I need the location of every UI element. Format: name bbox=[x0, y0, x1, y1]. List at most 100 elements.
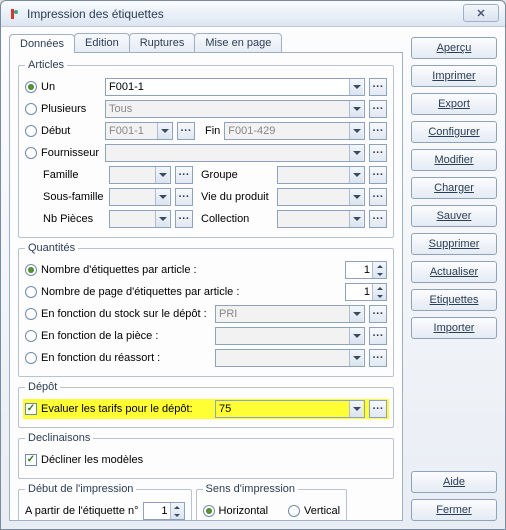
combo-fin[interactable]: F001-429 bbox=[224, 122, 365, 140]
imprimer-button[interactable]: Imprimer bbox=[411, 65, 497, 87]
window-title: Impression des étiquettes bbox=[27, 7, 164, 21]
label-stock: En fonction du stock sur le dépôt : bbox=[41, 308, 211, 320]
combo-piece[interactable] bbox=[215, 327, 365, 345]
lookup-groupe-button[interactable]: ··· bbox=[369, 166, 387, 184]
combo-plusieurs[interactable]: Tous bbox=[105, 100, 365, 118]
etiquettes-button[interactable]: Etiquettes bbox=[411, 289, 497, 311]
label-plusieurs: Plusieurs bbox=[41, 103, 101, 115]
spin-nb-page[interactable]: 1 bbox=[345, 283, 387, 301]
lookup-piece-button[interactable]: ··· bbox=[369, 327, 387, 345]
lookup-fournisseur-button[interactable]: ··· bbox=[369, 144, 387, 162]
chevron-down-icon[interactable] bbox=[155, 167, 169, 183]
label-nb-etiq: Nombre d'étiquettes par article : bbox=[41, 264, 341, 276]
importer-button[interactable]: Importer bbox=[411, 317, 497, 339]
combo-un[interactable]: F001-1 bbox=[105, 78, 365, 96]
radio-piece[interactable] bbox=[25, 330, 37, 342]
label-eval-tarifs: Evaluer les tarifs pour le dépôt: bbox=[41, 403, 211, 415]
label-collection: Collection bbox=[201, 213, 273, 225]
chevron-down-icon[interactable] bbox=[349, 79, 363, 95]
lookup-plusieurs-button[interactable]: ··· bbox=[369, 100, 387, 118]
lookup-debut-button[interactable]: ··· bbox=[177, 122, 195, 140]
chevron-down-icon[interactable] bbox=[157, 123, 171, 139]
titlebar: Impression des étiquettes ✕ bbox=[1, 1, 505, 27]
tab-mise-en-page[interactable]: Mise en page bbox=[194, 33, 282, 52]
check-eval-tarifs[interactable] bbox=[25, 403, 37, 415]
export-button[interactable]: Export bbox=[411, 93, 497, 115]
tab-donnees[interactable]: Données bbox=[9, 34, 75, 53]
combo-debut[interactable]: F001-1 bbox=[105, 122, 173, 140]
lookup-nbpieces-button[interactable]: ··· bbox=[175, 210, 193, 228]
combo-reassort[interactable] bbox=[215, 349, 365, 367]
combo-fournisseur[interactable] bbox=[105, 144, 365, 162]
label-vertical: Vertical bbox=[304, 505, 340, 517]
radio-horizontal[interactable] bbox=[203, 505, 215, 517]
radio-nb-page[interactable] bbox=[25, 286, 37, 298]
chevron-down-icon[interactable] bbox=[349, 211, 363, 227]
check-decliner[interactable] bbox=[25, 454, 37, 466]
supprimer-button[interactable]: Supprimer bbox=[411, 233, 497, 255]
lookup-vie-button[interactable]: ··· bbox=[369, 188, 387, 206]
lookup-stock-depot-button[interactable]: ··· bbox=[369, 305, 387, 323]
combo-collection[interactable] bbox=[277, 210, 365, 228]
label-decliner: Décliner les modèles bbox=[41, 454, 143, 466]
combo-eval-depot[interactable]: 75 bbox=[215, 400, 365, 418]
aide-button[interactable]: Aide bbox=[411, 471, 497, 493]
chevron-down-icon[interactable] bbox=[155, 211, 169, 227]
configurer-button[interactable]: Configurer bbox=[411, 121, 497, 143]
combo-nbpieces[interactable] bbox=[109, 210, 171, 228]
radio-un[interactable] bbox=[25, 81, 37, 93]
combo-groupe[interactable] bbox=[277, 166, 365, 184]
apercu-button[interactable]: Aperçu bbox=[411, 37, 497, 59]
legend-articles: Articles bbox=[25, 59, 67, 71]
lookup-famille-button[interactable]: ··· bbox=[175, 166, 193, 184]
lookup-fin-button[interactable]: ··· bbox=[369, 122, 387, 140]
lookup-eval-depot-button[interactable]: ··· bbox=[369, 400, 387, 418]
radio-fournisseur[interactable] bbox=[25, 147, 37, 159]
lookup-reassort-button[interactable]: ··· bbox=[369, 349, 387, 367]
lookup-collection-button[interactable]: ··· bbox=[369, 210, 387, 228]
chevron-down-icon[interactable] bbox=[349, 123, 363, 139]
chevron-down-icon[interactable] bbox=[349, 350, 363, 366]
chevron-down-icon[interactable] bbox=[349, 328, 363, 344]
window-close-button[interactable]: ✕ bbox=[463, 4, 499, 22]
radio-nb-etiq[interactable] bbox=[25, 264, 37, 276]
radio-vertical[interactable] bbox=[288, 505, 300, 517]
label-apartir: A partir de l'étiquette n° bbox=[25, 505, 139, 517]
radio-debut[interactable] bbox=[25, 125, 37, 137]
lookup-sousfamille-button[interactable]: ··· bbox=[175, 188, 193, 206]
group-depot: Dépôt Evaluer les tarifs pour le dépôt: … bbox=[18, 381, 394, 428]
radio-stock[interactable] bbox=[25, 308, 37, 320]
chevron-down-icon[interactable] bbox=[349, 167, 363, 183]
label-un: Un bbox=[41, 81, 101, 93]
tab-ruptures[interactable]: Ruptures bbox=[129, 33, 196, 52]
chevron-down-icon[interactable] bbox=[349, 101, 363, 117]
chevron-down-icon[interactable] bbox=[155, 189, 169, 205]
spin-nb-etiq[interactable]: 1 bbox=[345, 261, 387, 279]
chevron-down-icon[interactable] bbox=[349, 306, 363, 322]
chevron-down-icon[interactable] bbox=[349, 189, 363, 205]
actualiser-button[interactable]: Actualiser bbox=[411, 261, 497, 283]
radio-reassort[interactable] bbox=[25, 352, 37, 364]
spin-apartir[interactable]: 1 bbox=[143, 502, 185, 520]
combo-stock-depot[interactable]: PRI bbox=[215, 305, 365, 323]
label-fournisseur: Fournisseur bbox=[41, 147, 101, 159]
tab-strip: Données Edition Ruptures Mise en page bbox=[9, 33, 403, 52]
label-famille: Famille bbox=[43, 169, 105, 181]
modifier-button[interactable]: Modifier bbox=[411, 149, 497, 171]
tab-edition[interactable]: Edition bbox=[74, 33, 130, 52]
legend-depot: Dépôt bbox=[25, 381, 60, 393]
radio-plusieurs[interactable] bbox=[25, 103, 37, 115]
chevron-down-icon[interactable] bbox=[349, 401, 363, 417]
combo-famille[interactable] bbox=[109, 166, 171, 184]
group-sens: Sens d'impression Horizontal Vertical bbox=[196, 483, 348, 521]
charger-button[interactable]: Charger bbox=[411, 177, 497, 199]
chevron-down-icon[interactable] bbox=[349, 145, 363, 161]
fermer-button[interactable]: Fermer bbox=[411, 499, 497, 521]
label-groupe: Groupe bbox=[201, 169, 273, 181]
combo-vie[interactable] bbox=[277, 188, 365, 206]
sauver-button[interactable]: Sauver bbox=[411, 205, 497, 227]
lookup-un-button[interactable]: ··· bbox=[369, 78, 387, 96]
app-icon bbox=[7, 7, 21, 21]
label-sousfamille: Sous-famille bbox=[43, 191, 105, 203]
combo-sousfamille[interactable] bbox=[109, 188, 171, 206]
